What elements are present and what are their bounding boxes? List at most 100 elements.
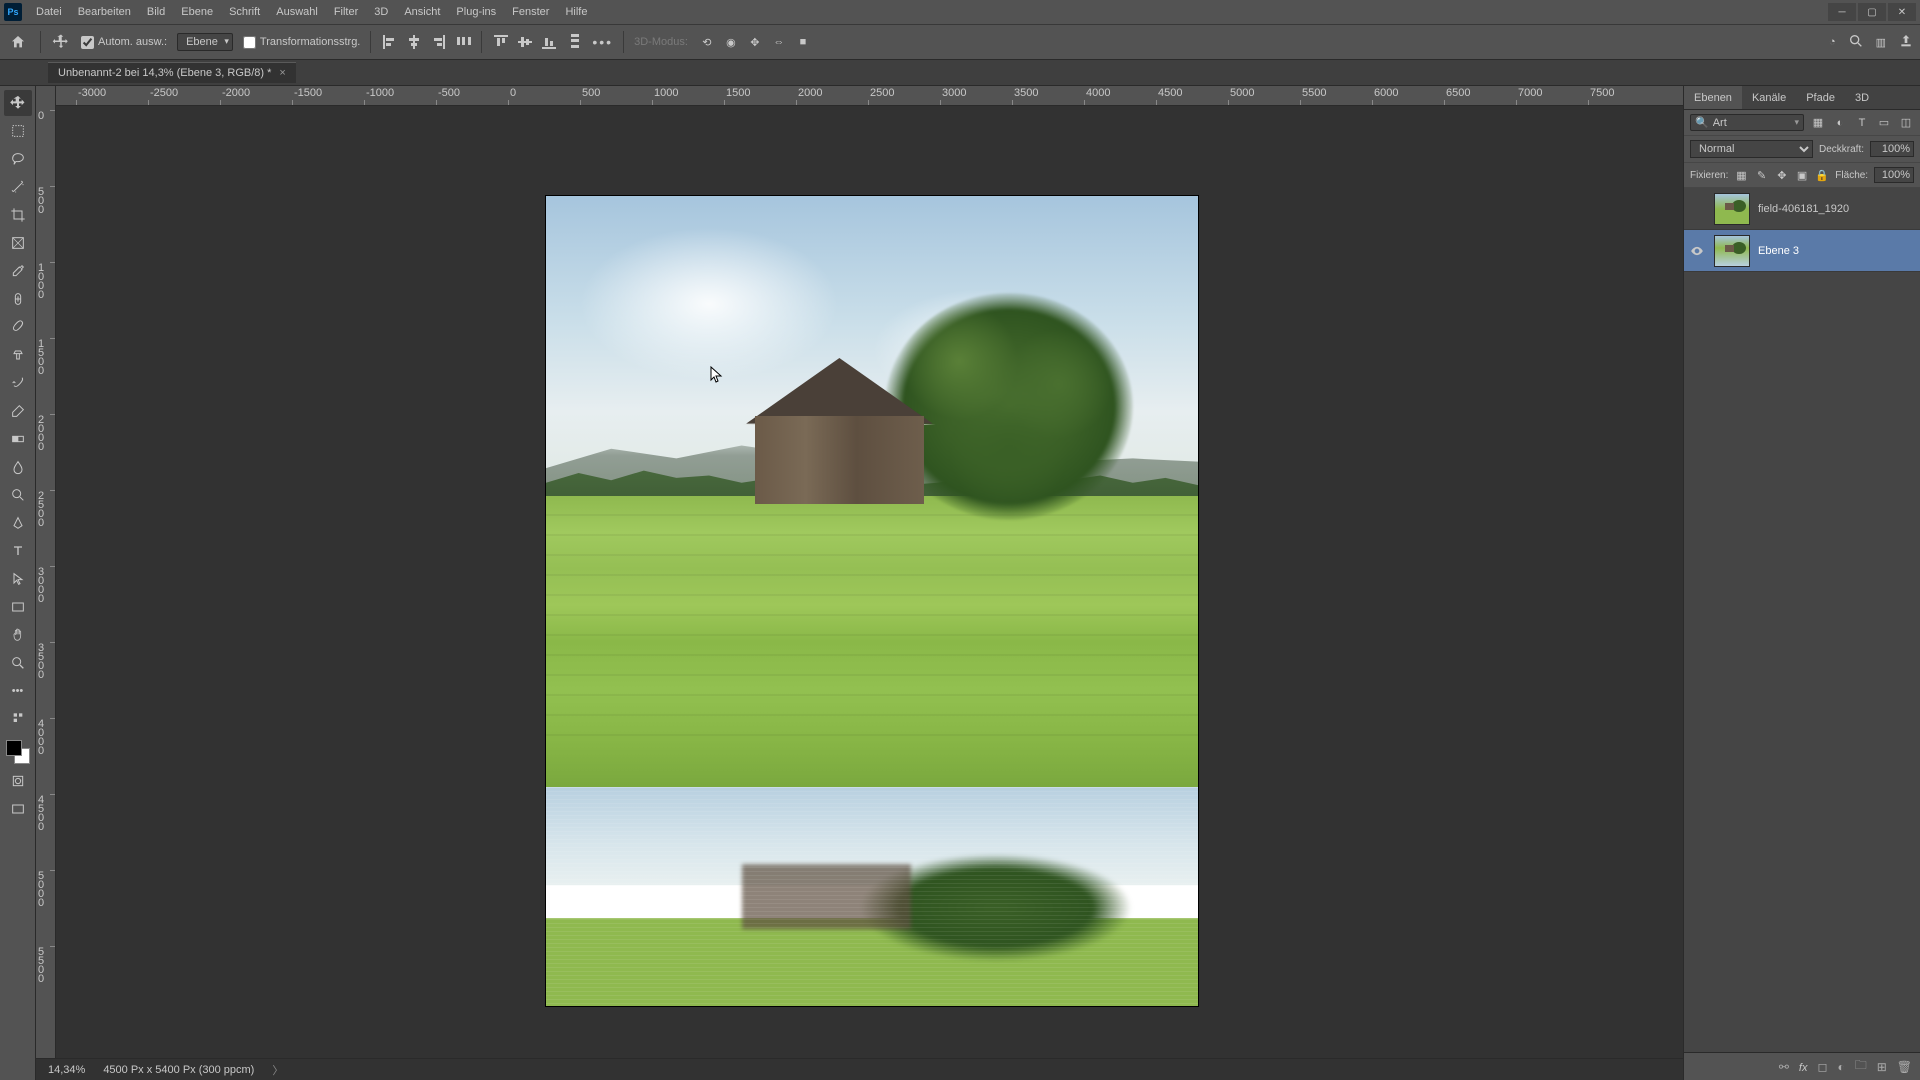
- ruler-vertical[interactable]: 0500100015002000250030003500400045005000…: [36, 106, 56, 1058]
- brush-tool[interactable]: [4, 314, 32, 340]
- ruler-horizontal[interactable]: -3000-2500-2000-1500-1000-50005001000150…: [36, 86, 1683, 106]
- link-layers-icon[interactable]: ⚯: [1779, 1060, 1789, 1074]
- lock-all-icon[interactable]: 🔒: [1815, 167, 1829, 183]
- menu-file[interactable]: Datei: [28, 0, 70, 24]
- tab-layers[interactable]: Ebenen: [1684, 86, 1742, 109]
- layer-visibility-toggle[interactable]: [1688, 244, 1706, 258]
- home-icon[interactable]: [6, 30, 30, 54]
- history-brush-tool[interactable]: [4, 370, 32, 396]
- path-selection-tool[interactable]: [4, 566, 32, 592]
- layer-thumbnail[interactable]: [1714, 193, 1750, 225]
- layer-thumbnail[interactable]: [1714, 235, 1750, 267]
- menu-select[interactable]: Auswahl: [268, 0, 326, 24]
- layer-group-icon[interactable]: 🗀: [1855, 1056, 1867, 1077]
- adjustment-layer-icon[interactable]: ◐: [1837, 1060, 1844, 1074]
- filter-adjustment-icon[interactable]: ◐: [1832, 115, 1848, 131]
- filter-smartobject-icon[interactable]: ◫: [1898, 115, 1914, 131]
- filter-pixel-icon[interactable]: ▦: [1810, 115, 1826, 131]
- move-tool[interactable]: [4, 90, 32, 116]
- align-top-icon[interactable]: [492, 33, 510, 51]
- healing-brush-tool[interactable]: [4, 286, 32, 312]
- menu-view[interactable]: Ansicht: [396, 0, 448, 24]
- document-tab[interactable]: Unbenannt-2 bei 14,3% (Ebene 3, RGB/8) *…: [48, 62, 296, 83]
- menu-3d[interactable]: 3D: [366, 0, 396, 24]
- document-dimensions[interactable]: 4500 Px x 5400 Px (300 ppcm): [103, 1064, 254, 1076]
- tab-3d[interactable]: 3D: [1845, 86, 1879, 109]
- screen-mode-icon[interactable]: [4, 796, 32, 822]
- type-tool[interactable]: [4, 538, 32, 564]
- crop-tool[interactable]: [4, 202, 32, 228]
- layer-row[interactable]: Ebene 3: [1684, 230, 1920, 272]
- canvas-document[interactable]: [546, 196, 1198, 1006]
- window-close-icon[interactable]: ✕: [1888, 3, 1916, 21]
- blend-mode-dropdown[interactable]: Normal: [1690, 140, 1813, 158]
- align-left-icon[interactable]: [381, 33, 399, 51]
- workspace-icon[interactable]: ▥: [1876, 36, 1886, 49]
- quick-mask-icon[interactable]: [4, 768, 32, 794]
- tab-channels[interactable]: Kanäle: [1742, 86, 1796, 109]
- window-minimize-icon[interactable]: ─: [1828, 3, 1856, 21]
- menu-image[interactable]: Bild: [139, 0, 173, 24]
- menu-type[interactable]: Schrift: [221, 0, 268, 24]
- new-layer-icon[interactable]: ⊞: [1877, 1060, 1887, 1074]
- blur-tool[interactable]: [4, 454, 32, 480]
- lasso-tool[interactable]: [4, 146, 32, 172]
- more-tools-icon[interactable]: •••: [4, 678, 32, 704]
- share-icon[interactable]: [1898, 33, 1914, 52]
- distribute-h-icon[interactable]: [457, 34, 471, 51]
- transform-controls-checkbox[interactable]: Transformationsstrg.: [243, 36, 360, 49]
- dodge-tool[interactable]: [4, 482, 32, 508]
- layer-effects-icon[interactable]: fx: [1799, 1060, 1808, 1074]
- menu-help[interactable]: Hilfe: [557, 0, 595, 24]
- eraser-tool[interactable]: [4, 398, 32, 424]
- color-swatches[interactable]: [4, 738, 32, 766]
- layer-name[interactable]: Ebene 3: [1758, 245, 1799, 257]
- close-icon[interactable]: ×: [279, 67, 285, 79]
- layer-row[interactable]: field-406181_1920: [1684, 188, 1920, 230]
- align-right-icon[interactable]: [429, 33, 447, 51]
- menu-window[interactable]: Fenster: [504, 0, 557, 24]
- rectangle-tool[interactable]: [4, 594, 32, 620]
- menu-plugins[interactable]: Plug-ins: [448, 0, 504, 24]
- filter-type-icon[interactable]: T: [1854, 115, 1870, 131]
- cloud-docs-icon[interactable]: ◔: [1829, 36, 1836, 48]
- lock-position-icon[interactable]: ✥: [1775, 167, 1789, 183]
- search-icon[interactable]: [1848, 33, 1864, 52]
- edit-toolbar-icon[interactable]: [4, 706, 32, 732]
- align-bottom-icon[interactable]: [540, 33, 558, 51]
- clone-stamp-tool[interactable]: [4, 342, 32, 368]
- distribute-v-icon[interactable]: [568, 34, 582, 51]
- more-options-icon[interactable]: •••: [592, 34, 613, 50]
- status-menu-icon[interactable]: 〉: [272, 1062, 283, 1078]
- hand-tool[interactable]: [4, 622, 32, 648]
- marquee-tool[interactable]: [4, 118, 32, 144]
- window-maximize-icon[interactable]: ▢: [1858, 3, 1886, 21]
- align-hcenter-icon[interactable]: [405, 33, 423, 51]
- canvas-viewport[interactable]: [56, 106, 1683, 1058]
- pen-tool[interactable]: [4, 510, 32, 536]
- magic-wand-tool[interactable]: [4, 174, 32, 200]
- layer-name[interactable]: field-406181_1920: [1758, 203, 1849, 215]
- layer-filter-dropdown[interactable]: 🔍 ▾: [1690, 114, 1804, 131]
- frame-tool[interactable]: [4, 230, 32, 256]
- tab-paths[interactable]: Pfade: [1796, 86, 1845, 109]
- delete-layer-icon[interactable]: 🗑: [1897, 1060, 1912, 1074]
- menu-filter[interactable]: Filter: [326, 0, 366, 24]
- fill-value[interactable]: 100%: [1874, 167, 1914, 183]
- menu-layer[interactable]: Ebene: [173, 0, 221, 24]
- menu-edit[interactable]: Bearbeiten: [70, 0, 139, 24]
- filter-shape-icon[interactable]: ▭: [1876, 115, 1892, 131]
- auto-select-target-dropdown[interactable]: Ebene: [177, 33, 233, 51]
- auto-select-checkbox[interactable]: Autom. ausw.:: [81, 36, 167, 49]
- lock-pixels-icon[interactable]: ✎: [1755, 167, 1769, 183]
- align-vcenter-icon[interactable]: [516, 33, 534, 51]
- zoom-tool[interactable]: [4, 650, 32, 676]
- ruler-origin[interactable]: [36, 86, 56, 106]
- zoom-level[interactable]: 14,34%: [48, 1064, 85, 1076]
- gradient-tool[interactable]: [4, 426, 32, 452]
- layer-mask-icon[interactable]: ◻: [1817, 1060, 1827, 1074]
- lock-transparency-icon[interactable]: ▦: [1734, 167, 1748, 183]
- lock-artboard-icon[interactable]: ▣: [1795, 167, 1809, 183]
- foreground-color-swatch[interactable]: [6, 740, 22, 756]
- layer-filter-input[interactable]: [1713, 117, 1791, 129]
